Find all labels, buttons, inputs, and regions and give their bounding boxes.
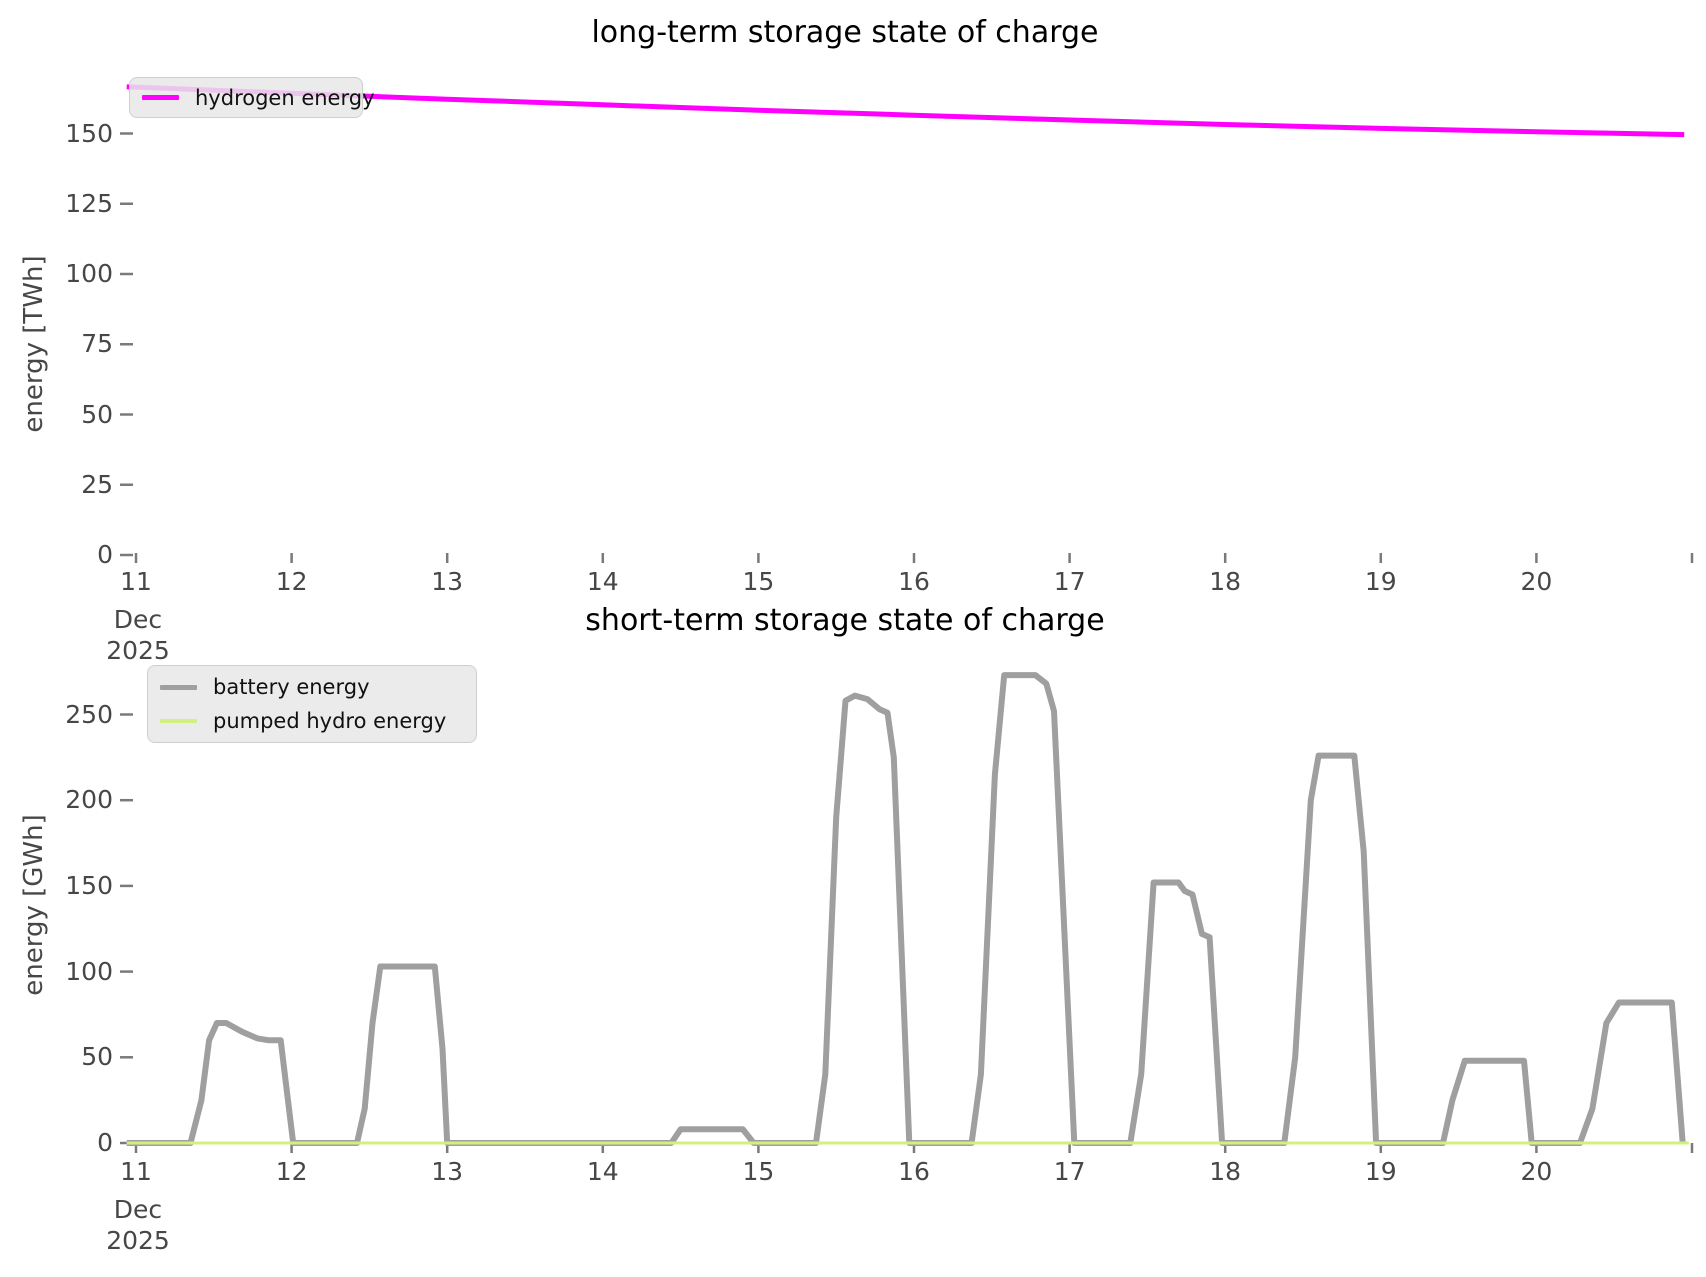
hydrogen-energy-swatch-icon <box>142 95 179 100</box>
x-tick-label: 13 <box>431 567 464 596</box>
x-tick-label: 18 <box>1209 1157 1242 1186</box>
y-tick-label: 150 <box>65 118 113 148</box>
y-tick-label: 100 <box>65 259 113 288</box>
y-tick-label: 25 <box>81 469 113 499</box>
y-tick-label: 50 <box>81 1042 113 1072</box>
x-tick-label: 12 <box>275 567 308 596</box>
x-tick-label: 16 <box>898 1157 930 1186</box>
figure: long-term storage state of charge energy… <box>0 0 1706 1277</box>
x-tick-label: 16 <box>898 567 930 596</box>
series-line-battery-energy <box>126 672 1686 1146</box>
y-tick-label: 0 <box>97 540 113 569</box>
y-tick-label: 100 <box>65 956 113 986</box>
y-tick-label: 0 <box>97 1128 113 1157</box>
x-tick-label: 11 <box>120 1157 152 1186</box>
x-axis-date-sublabel: 2025 <box>106 1226 170 1255</box>
y-tick-label: 150 <box>65 870 113 900</box>
x-tick-label: 20 <box>1520 1157 1553 1186</box>
x-tick-label: 19 <box>1364 567 1397 596</box>
y-tick-label: 75 <box>81 329 113 359</box>
chart1-title: long-term storage state of charge <box>591 15 1099 50</box>
x-axis-date-sublabel: Dec <box>113 605 163 634</box>
x-tick-label: 14 <box>586 1157 619 1186</box>
pumped-hydro-energy-swatch-icon <box>160 719 197 723</box>
chart2-title: short-term storage state of charge <box>585 603 1105 638</box>
y-tick-label: 125 <box>65 188 113 218</box>
x-axis-date-sublabel: Dec <box>113 1195 163 1224</box>
x-tick-label: 13 <box>431 1157 464 1186</box>
legend-row: battery energy <box>160 670 462 704</box>
x-tick-label: 11 <box>120 567 152 596</box>
x-tick-label: 14 <box>586 567 619 596</box>
legend-label: hydrogen energy <box>195 85 375 110</box>
plot-svg <box>120 84 1694 1153</box>
x-tick-label: 19 <box>1364 1157 1397 1186</box>
legend-row: pumped hydro energy <box>160 704 462 738</box>
x-tick-label: 15 <box>742 567 775 596</box>
x-tick-label: 20 <box>1520 567 1553 596</box>
legend-label: battery energy <box>213 675 370 699</box>
battery-energy-swatch-icon <box>160 684 197 690</box>
legend-row: hydrogen energy <box>142 82 375 113</box>
x-tick-label: 12 <box>275 1157 308 1186</box>
x-tick-label: 17 <box>1053 1157 1086 1186</box>
x-tick-label: 15 <box>742 1157 775 1186</box>
y-tick-label: 50 <box>81 399 113 429</box>
y-tick-label: 250 <box>65 699 113 729</box>
y-tick-label: 200 <box>65 785 113 815</box>
x-tick-label: 18 <box>1209 567 1242 596</box>
chart1-legend: hydrogen energy <box>129 77 375 118</box>
chart2-legend: battery energy pumped hydro energy <box>147 665 477 743</box>
legend-label: pumped hydro energy <box>213 709 447 733</box>
x-axis-date-sublabel: 2025 <box>106 636 170 665</box>
x-tick-label: 17 <box>1053 567 1086 596</box>
